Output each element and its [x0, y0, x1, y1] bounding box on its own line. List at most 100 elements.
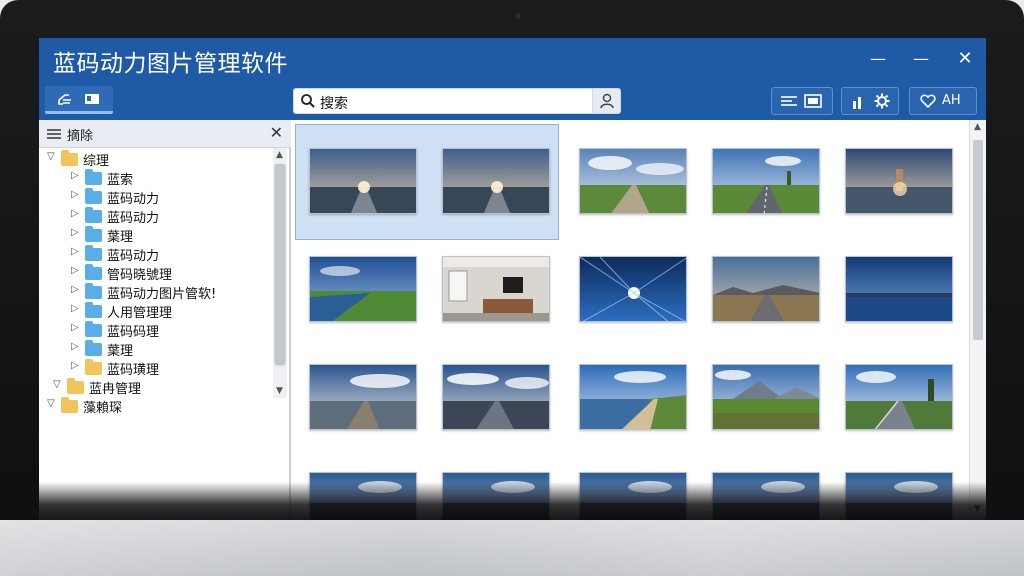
expand-right-icon[interactable]: ▷ — [71, 341, 79, 352]
tree-scrollbar[interactable]: ▲ ▼ — [273, 148, 287, 398]
tree-item-label: 蓝索 — [107, 173, 134, 188]
expand-right-icon[interactable]: ▷ — [71, 322, 79, 333]
tree-item-label: 蓝码码理 — [107, 325, 160, 340]
image-thumbnail[interactable] — [442, 256, 550, 322]
expand-right-icon[interactable]: ▷ — [71, 189, 79, 200]
expand-down-icon[interactable]: ▽ — [47, 398, 55, 409]
thumbnail-image — [443, 257, 549, 321]
thumbnail-image — [443, 149, 549, 213]
gear-icon — [874, 93, 890, 109]
expand-right-icon[interactable]: ▷ — [71, 303, 79, 314]
image-thumbnail[interactable] — [712, 364, 820, 430]
thumbnail-image — [846, 365, 952, 429]
grid-view-icon — [804, 94, 822, 108]
folder-icon — [85, 283, 102, 299]
thumbnail-image — [310, 365, 416, 429]
expand-right-icon[interactable]: ▷ — [71, 360, 79, 371]
thumbnail-image — [713, 149, 819, 213]
panel-close-icon[interactable]: ✕ — [270, 123, 283, 142]
image-thumbnail[interactable] — [442, 148, 550, 214]
folder-icon — [85, 359, 102, 375]
chart-icon — [853, 97, 861, 109]
scroll-down-icon[interactable]: ▼ — [276, 386, 283, 396]
folder-icon — [85, 264, 102, 280]
tree-item-label: 葉理 — [107, 344, 134, 359]
menu-icon[interactable] — [47, 128, 61, 140]
close-button[interactable]: ✕ — [952, 46, 978, 72]
minimize-button[interactable]: — — [865, 46, 891, 72]
tree-item-label: 蓝码动力图片管软! — [107, 287, 217, 302]
expand-right-icon[interactable]: ▷ — [71, 246, 79, 257]
tree-item-label: 蓝冉管理 — [89, 382, 142, 397]
image-thumbnail[interactable] — [712, 148, 820, 214]
scroll-thumb[interactable] — [275, 164, 285, 364]
folder-icon — [85, 340, 102, 356]
search-input[interactable]: 搜索 — [293, 88, 621, 114]
search-icon — [301, 94, 315, 108]
view-toggle-group[interactable] — [771, 87, 833, 115]
folder-icon — [67, 378, 84, 394]
home-tab[interactable] — [45, 86, 113, 114]
heart-icon — [920, 94, 936, 108]
tree-item-label: 蓝码动力 — [107, 211, 160, 226]
image-thumbnail[interactable] — [309, 148, 417, 214]
image-thumbnail[interactable] — [442, 364, 550, 430]
thumbnail-image — [310, 257, 416, 321]
thumbnail-image — [310, 149, 416, 213]
scroll-up-icon[interactable]: ▲ — [276, 150, 283, 160]
folder-icon — [61, 397, 78, 413]
app-title: 蓝码动力图片管理软件 — [53, 51, 288, 77]
stats-settings-group[interactable] — [841, 87, 899, 115]
ai-tools-group[interactable]: AH — [909, 87, 977, 115]
image-thumbnail[interactable] — [845, 148, 953, 214]
tree-item-label: 管码晓號理 — [107, 268, 173, 283]
folder-panel-header: 摘除 ✕ — [39, 120, 291, 148]
user-search-button[interactable] — [592, 89, 620, 113]
expand-right-icon[interactable]: ▷ — [71, 170, 79, 181]
expand-down-icon[interactable]: ▽ — [53, 379, 61, 390]
folder-icon — [85, 226, 102, 242]
image-thumbnail[interactable] — [579, 148, 687, 214]
thumbnail-image — [846, 149, 952, 213]
folder-icon — [85, 302, 102, 318]
thumbnail-image — [713, 257, 819, 321]
image-gallery — [293, 120, 969, 520]
expand-right-icon[interactable]: ▷ — [71, 208, 79, 219]
hand-icon — [58, 94, 71, 105]
expand-down-icon[interactable]: ▽ — [47, 151, 55, 162]
image-thumbnail[interactable] — [309, 364, 417, 430]
image-thumbnail[interactable] — [845, 364, 953, 430]
webcam — [514, 12, 522, 20]
image-thumbnail[interactable] — [845, 256, 953, 322]
folder-icon — [61, 150, 78, 166]
list-view-icon — [781, 96, 797, 106]
thumbnail-image — [713, 365, 819, 429]
thumbnail-image — [580, 365, 686, 429]
tree-item-label: 蓝码动力 — [107, 192, 160, 207]
tree-item-label: 人用管理理 — [107, 306, 173, 321]
screen-glare — [39, 482, 986, 520]
thumbnail-image — [580, 257, 686, 321]
folder-panel: 摘除 ✕ ▽ 综理 ▷ 蓝索 ▷ 蓝码动力 ▷ 蓝码动力 ▷ 葉理 ▷ 蓝码动力 ▷ 管码晓號理 ▷ 蓝码动力… — [39, 120, 291, 520]
expand-right-icon[interactable]: ▷ — [71, 284, 79, 295]
folder-icon — [85, 207, 102, 223]
image-thumbnail[interactable] — [712, 256, 820, 322]
tree-item-label: 葉理 — [107, 230, 134, 245]
gallery-scrollbar[interactable]: ▲ ▼ — [969, 120, 986, 520]
expand-right-icon[interactable]: ▷ — [71, 265, 79, 276]
restore-button[interactable]: — — [908, 46, 934, 72]
folder-icon — [85, 188, 102, 204]
image-thumbnail[interactable] — [579, 364, 687, 430]
scroll-up-icon[interactable]: ▲ — [974, 122, 981, 132]
thumbnail-image — [443, 365, 549, 429]
expand-right-icon[interactable]: ▷ — [71, 227, 79, 238]
image-thumbnail[interactable] — [309, 256, 417, 322]
app-window: 蓝码动力图片管理软件 — — ✕ 搜索 AH 摘除 ✕ ▽ 综理 ▷ 蓝索 ▷ … — [39, 38, 986, 520]
thumbnail-image — [846, 257, 952, 321]
tree-item-label: 藻賴琛 — [83, 401, 123, 416]
tree-item-label: 蓝码动力 — [107, 249, 160, 264]
tree-item-label: 蓝码璜理 — [107, 363, 160, 378]
tree-item-label: 综理 — [83, 154, 110, 169]
image-thumbnail[interactable] — [579, 256, 687, 322]
scroll-thumb[interactable] — [973, 140, 983, 340]
